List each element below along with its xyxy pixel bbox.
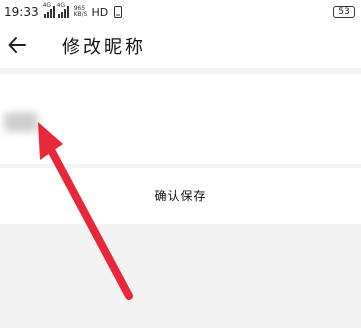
save-area: 确认保存 [0, 168, 361, 224]
network-speed-unit: KB/S [73, 11, 88, 18]
status-bar: 19:33 4G 4G 965 KB/S HD 53 [0, 0, 361, 24]
cellular-signal-icon-2: 4G [56, 2, 69, 18]
nickname-card [0, 74, 361, 164]
hd-voice-label: HD [91, 5, 109, 19]
notification-icon [114, 6, 123, 18]
battery-indicator: 53 [333, 6, 355, 18]
app-bar: 修改昵称 [0, 24, 361, 68]
confirm-save-button[interactable]: 确认保存 [0, 168, 361, 224]
page-title: 修改昵称 [62, 37, 146, 58]
network-speed: 965 KB/S [74, 6, 88, 18]
status-time: 19:33 [4, 5, 39, 19]
signal-network-type: 4G [42, 2, 52, 9]
signal-network-type-2: 4G [56, 2, 66, 9]
status-left-group: 19:33 4G 4G 965 KB/S HD [4, 2, 123, 19]
back-arrow-icon[interactable] [6, 34, 28, 56]
nickname-input[interactable] [0, 74, 361, 164]
cellular-signal-icon: 4G [42, 2, 55, 18]
